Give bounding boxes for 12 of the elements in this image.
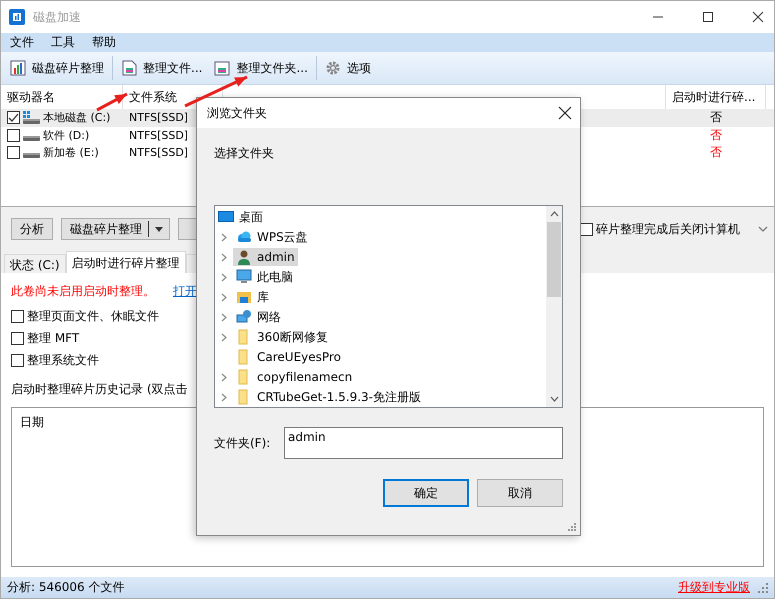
- notice-text: 此卷尚未启用启动时整理。: [11, 283, 155, 300]
- table-cell-text: NTFS[SSD]: [128, 111, 187, 124]
- table-cell-text: NTFS[SSD]: [128, 128, 187, 142]
- table-cell-text: 否: [709, 144, 723, 162]
- window-title: 磁盘加速: [33, 8, 81, 26]
- field-label: 文件夹(F):: [214, 434, 272, 452]
- section-label: 启动时整理碎片历史记录 (双点击: [11, 381, 188, 398]
- table-cell-text: NTFS[SSD]: [128, 146, 187, 160]
- table-cell-text: 否: [709, 126, 723, 144]
- prompt-text: 选择文件夹: [214, 145, 275, 162]
- status-text: 分析: 546006 个文件: [7, 579, 124, 596]
- table-cell-text: 否: [709, 109, 723, 126]
